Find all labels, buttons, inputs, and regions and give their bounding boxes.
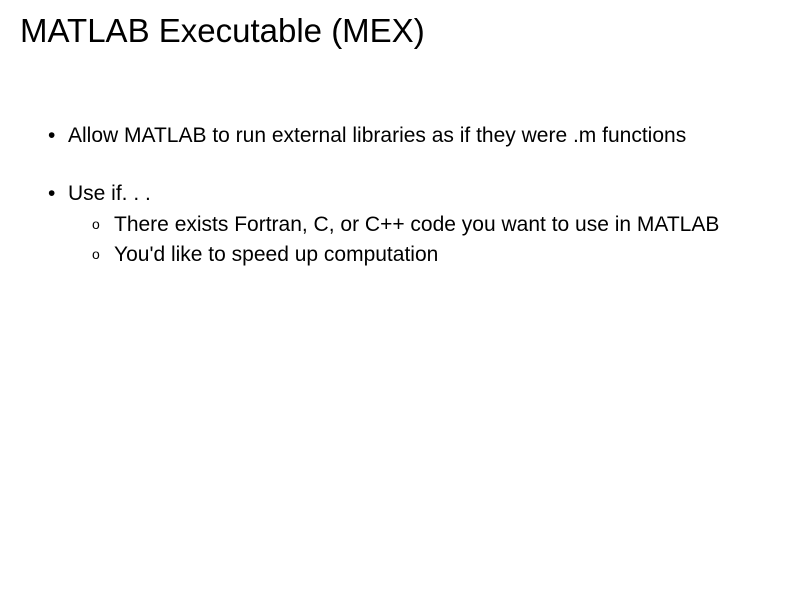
list-item: You'd like to speed up computation [86,241,760,269]
slide: MATLAB Executable (MEX) Allow MATLAB to … [0,0,800,600]
content-area: Allow MATLAB to run external libraries a… [20,122,780,269]
list-item: Use if. . . There exists Fortran, C, or … [40,180,760,269]
list-item-text: Allow MATLAB to run external libraries a… [68,124,686,147]
list-item-text: You'd like to speed up computation [114,243,438,266]
bullet-list: Allow MATLAB to run external libraries a… [40,122,760,269]
list-item: There exists Fortran, C, or C++ code you… [86,211,760,239]
list-item-text: There exists Fortran, C, or C++ code you… [114,213,719,236]
sub-bullet-list: There exists Fortran, C, or C++ code you… [68,211,760,270]
list-item: Allow MATLAB to run external libraries a… [40,122,760,150]
list-item-text: Use if. . . [68,182,151,205]
page-title: MATLAB Executable (MEX) [20,12,780,50]
